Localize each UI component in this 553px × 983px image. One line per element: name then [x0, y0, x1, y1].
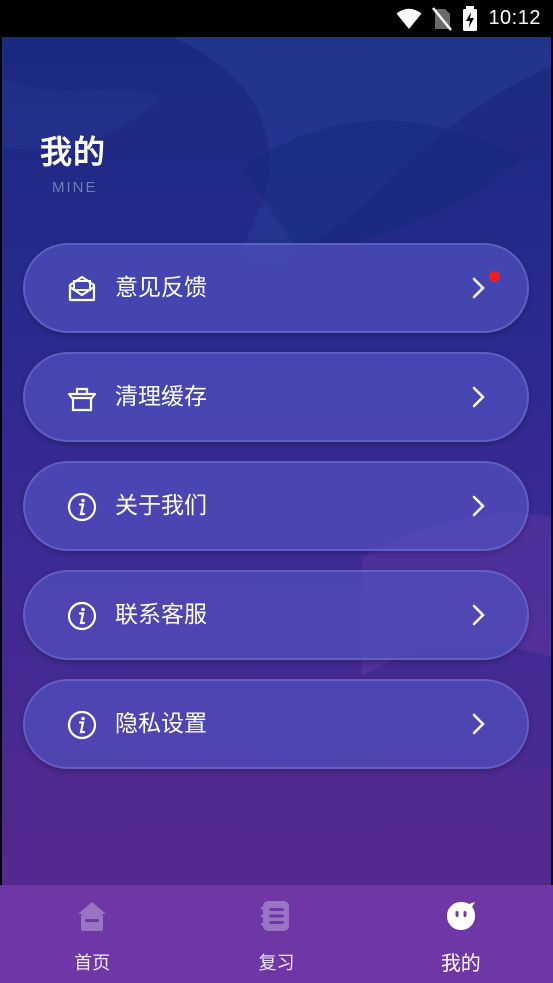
menu-item-label: 意见反馈 — [115, 275, 207, 301]
page-title: 我的 — [40, 133, 107, 171]
wifi-icon — [396, 8, 422, 29]
battery-charging-icon — [463, 5, 478, 31]
tab-home[interactable]: 首页 — [0, 885, 184, 983]
home-icon — [78, 902, 107, 931]
menu-item-label: 关于我们 — [115, 493, 207, 519]
mail-icon — [68, 275, 96, 302]
tab-mine[interactable]: 我的 — [369, 885, 553, 983]
info-icon — [67, 710, 97, 740]
menu-item-label: 联系客服 — [115, 602, 207, 628]
menu-item-label: 清理缓存 — [115, 384, 207, 410]
menu-item-contact-service[interactable]: 联系客服 — [23, 570, 529, 660]
no-sim-icon — [432, 6, 453, 31]
menu-item-feedback[interactable]: 意见反馈 — [23, 243, 529, 333]
chevron-right-icon — [472, 604, 485, 626]
tab-label: 我的 — [440, 951, 481, 975]
basket-icon — [67, 387, 97, 412]
mine-screen: 我的 MINE 意见反馈 清理缓存 关于我们 联系客服 隐私设置 — [2, 37, 551, 885]
status-bar: 10:12 — [0, 0, 553, 37]
profile-face-icon — [446, 902, 475, 930]
page-subtitle: MINE — [52, 179, 98, 196]
status-time: 10:12 — [488, 7, 541, 29]
status-icons: 10:12 — [396, 0, 541, 37]
chevron-right-icon — [472, 495, 485, 517]
tab-review[interactable]: 复习 — [184, 885, 368, 983]
menu-item-privacy-settings[interactable]: 隐私设置 — [23, 679, 529, 769]
tab-label: 首页 — [74, 953, 111, 974]
list-icon — [261, 901, 290, 931]
notification-badge — [489, 271, 500, 282]
menu-item-about-us[interactable]: 关于我们 — [23, 461, 529, 551]
info-icon — [67, 601, 97, 631]
bottom-tab-bar: 首页 复习 我的 — [0, 885, 553, 983]
info-icon — [67, 492, 97, 522]
chevron-right-icon — [472, 386, 485, 408]
chevron-right-icon — [472, 713, 485, 735]
tab-label: 复习 — [258, 953, 295, 974]
menu-item-clear-cache[interactable]: 清理缓存 — [23, 352, 529, 442]
settings-menu: 意见反馈 清理缓存 关于我们 联系客服 隐私设置 — [23, 243, 529, 788]
menu-item-label: 隐私设置 — [115, 711, 207, 737]
chevron-right-icon — [472, 277, 485, 299]
